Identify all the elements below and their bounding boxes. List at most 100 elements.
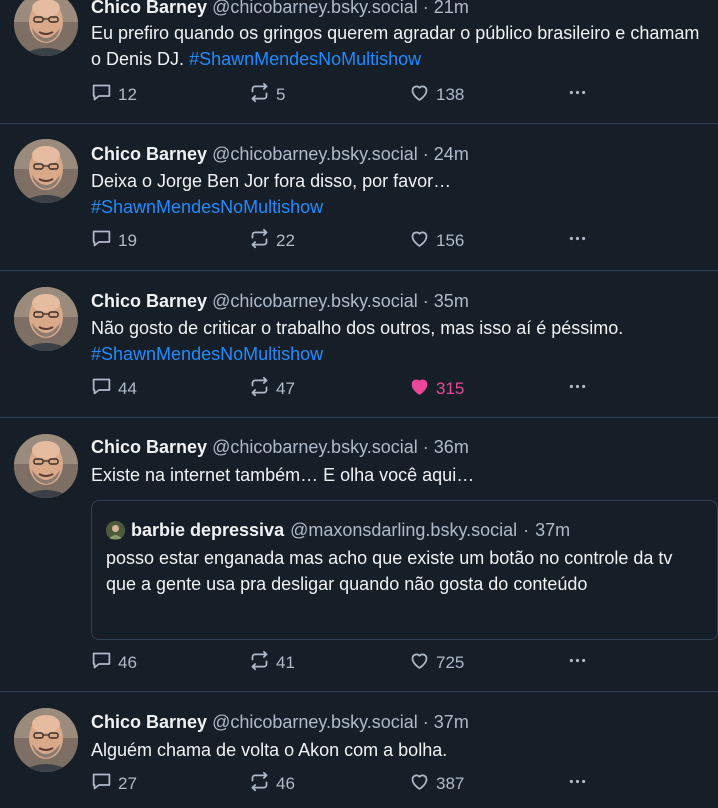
quoted-post[interactable]: barbie depressiva @maxonsdarling.bsky.so… [91, 500, 718, 640]
repost-count: 47 [276, 379, 295, 398]
heart-icon [409, 82, 430, 108]
hashtag-link[interactable]: #ShawnMendesNoMultishow [91, 344, 323, 364]
separator: · [422, 437, 429, 457]
post-time[interactable]: 36m [434, 437, 469, 457]
author-name[interactable]: Chico Barney [91, 291, 207, 311]
avatar[interactable] [14, 287, 78, 351]
like-count: 725 [436, 653, 465, 672]
more-options-icon [567, 771, 588, 797]
post-body: Existe na internet também… E olha você a… [91, 465, 475, 485]
repost-count: 41 [276, 653, 295, 672]
author-name[interactable]: Chico Barney [91, 0, 207, 17]
like-button[interactable]: 156 [409, 229, 464, 253]
quoted-avatar [106, 520, 125, 540]
post-actions: 27 46 387 [91, 771, 611, 797]
post-body: Alguém chama de volta o Akon com a bolha… [91, 740, 448, 760]
reply-icon [91, 82, 112, 108]
author-handle[interactable]: @chicobarney.bsky.social [212, 0, 418, 17]
reply-button[interactable]: 27 [91, 772, 137, 796]
avatar[interactable] [14, 434, 78, 498]
post-header: Chico Barney @chicobarney.bsky.social · … [91, 0, 710, 18]
more-options-button[interactable] [567, 83, 588, 107]
like-count: 387 [436, 774, 465, 793]
post-actions: 46 41 725 [91, 650, 611, 676]
heart-icon [409, 650, 430, 676]
post-header: Chico Barney @chicobarney.bsky.social · … [91, 143, 710, 165]
avatar[interactable] [14, 708, 78, 772]
reply-count: 12 [118, 85, 137, 104]
post[interactable]: Chico Barney @chicobarney.bsky.social · … [0, 271, 718, 418]
more-options-button[interactable] [567, 772, 588, 796]
reply-count: 27 [118, 774, 137, 793]
repost-icon [249, 771, 270, 797]
separator: · [422, 144, 429, 164]
author-name[interactable]: Chico Barney [91, 712, 207, 732]
avatar[interactable] [14, 139, 78, 203]
like-button[interactable]: 315 [409, 377, 464, 401]
post[interactable]: Chico Barney @chicobarney.bsky.social · … [0, 418, 718, 692]
author-handle[interactable]: @chicobarney.bsky.social [212, 144, 418, 164]
reply-button[interactable]: 46 [91, 651, 137, 675]
post[interactable]: Chico Barney @chicobarney.bsky.social · … [0, 0, 718, 124]
author-handle[interactable]: @chicobarney.bsky.social [212, 291, 418, 311]
repost-icon [249, 82, 270, 108]
quoted-post-header: barbie depressiva @maxonsdarling.bsky.so… [106, 519, 709, 541]
post-body: Deixa o Jorge Ben Jor fora disso, por fa… [91, 171, 452, 191]
quoted-author-handle[interactable]: @maxonsdarling.bsky.social [290, 519, 517, 541]
hashtag-link[interactable]: #ShawnMendesNoMultishow [91, 197, 323, 217]
repost-icon [249, 650, 270, 676]
hashtag-link[interactable]: #ShawnMendesNoMultishow [189, 49, 421, 69]
repost-count: 46 [276, 774, 295, 793]
post-text: Existe na internet também… E olha você a… [91, 462, 708, 488]
separator: · [422, 712, 429, 732]
post[interactable]: Chico Barney @chicobarney.bsky.social · … [0, 124, 718, 271]
post[interactable]: Chico Barney @chicobarney.bsky.social · … [0, 692, 718, 808]
author-name[interactable]: Chico Barney [91, 144, 207, 164]
more-options-icon [567, 82, 588, 108]
reply-button[interactable]: 19 [91, 229, 137, 253]
repost-icon [249, 376, 270, 402]
reply-icon [91, 650, 112, 676]
post-text: Eu prefiro quando os gringos querem agra… [91, 20, 708, 72]
like-count: 138 [436, 85, 465, 104]
post-header: Chico Barney @chicobarney.bsky.social · … [91, 436, 710, 458]
feed: Chico Barney @chicobarney.bsky.social · … [0, 0, 718, 808]
post-time[interactable]: 21m [434, 0, 469, 17]
like-button[interactable]: 138 [409, 83, 464, 107]
author-handle[interactable]: @chicobarney.bsky.social [212, 437, 418, 457]
heart-icon [409, 228, 430, 254]
separator: · [422, 0, 429, 17]
more-options-button[interactable] [567, 377, 588, 401]
post-time[interactable]: 35m [434, 291, 469, 311]
repost-button[interactable]: 5 [249, 82, 286, 108]
more-options-button[interactable] [567, 229, 588, 253]
more-options-icon [567, 228, 588, 254]
more-options-icon [567, 650, 588, 676]
author-name[interactable]: Chico Barney [91, 437, 207, 457]
reply-button[interactable]: 44 [91, 377, 137, 401]
quoted-post-time[interactable]: 37m [535, 519, 570, 541]
reply-count: 46 [118, 653, 137, 672]
reply-icon [91, 771, 112, 797]
post-time[interactable]: 37m [434, 712, 469, 732]
reply-count: 44 [118, 379, 137, 398]
repost-button[interactable]: 22 [249, 228, 295, 253]
repost-button[interactable]: 46 [249, 771, 295, 797]
more-options-button[interactable] [567, 651, 588, 675]
repost-button[interactable]: 47 [249, 376, 295, 402]
like-button[interactable]: 387 [409, 772, 464, 796]
quoted-author-name[interactable]: barbie depressiva [131, 519, 284, 541]
avatar[interactable] [14, 0, 78, 56]
post-time[interactable]: 24m [434, 144, 469, 164]
reply-icon [91, 228, 112, 254]
post-text: Não gosto de criticar o trabalho dos out… [91, 315, 708, 367]
like-button[interactable]: 725 [409, 651, 464, 675]
post-header: Chico Barney @chicobarney.bsky.social · … [91, 711, 710, 733]
quoted-post-text: posso estar enganada mas acho que existe… [106, 548, 673, 594]
repost-button[interactable]: 41 [249, 650, 295, 676]
post-actions: 12 5 138 [91, 82, 611, 108]
author-handle[interactable]: @chicobarney.bsky.social [212, 712, 418, 732]
reply-button[interactable]: 12 [91, 83, 137, 107]
post-actions: 19 22 156 [91, 228, 611, 253]
repost-count: 5 [276, 85, 286, 104]
